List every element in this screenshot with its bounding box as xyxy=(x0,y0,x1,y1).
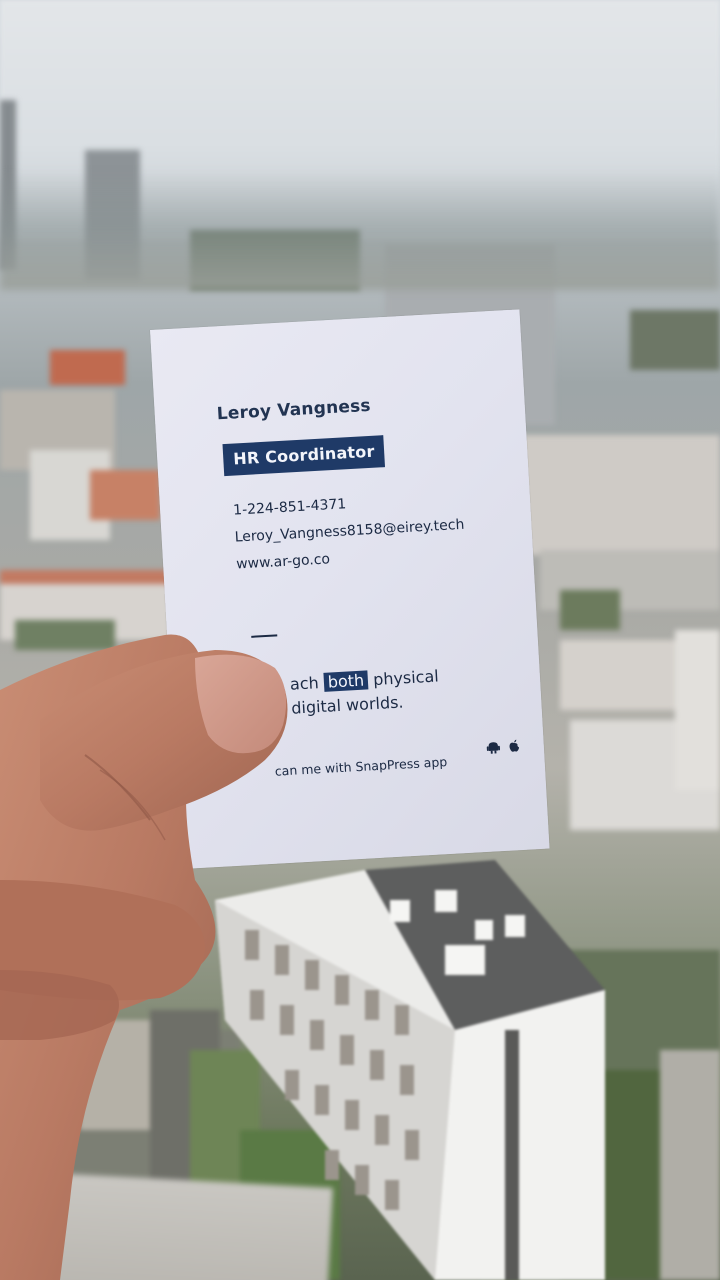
business-card: Leroy Vangness HR Coordinator 1-224-851-… xyxy=(150,309,550,870)
android-icon xyxy=(486,742,501,754)
card-title-badge: HR Coordinator xyxy=(222,435,386,477)
card-website: www.ar-go.co xyxy=(235,551,331,573)
scan-text: can me with SnapPress app xyxy=(274,754,448,779)
tagline-post: physical xyxy=(367,666,440,690)
card-name: Leroy Vangness xyxy=(216,395,372,425)
tagline-line2: digital worlds. xyxy=(290,692,404,718)
card-divider xyxy=(251,634,278,638)
balcony-ledge xyxy=(27,1172,333,1280)
card-phone: 1-224-851-4371 xyxy=(232,496,347,519)
card-tagline: ach both physical digital worlds. xyxy=(289,664,440,720)
apple-icon xyxy=(509,739,520,752)
tagline-highlight: both xyxy=(323,670,369,692)
app-icons xyxy=(485,738,522,755)
horizon-haze xyxy=(0,170,720,290)
tagline-pre: ach xyxy=(289,672,325,694)
card-email: Leroy_Vangness8158@eirey.tech xyxy=(234,516,465,546)
photo-scene: Leroy Vangness HR Coordinator 1-224-851-… xyxy=(0,0,720,1280)
